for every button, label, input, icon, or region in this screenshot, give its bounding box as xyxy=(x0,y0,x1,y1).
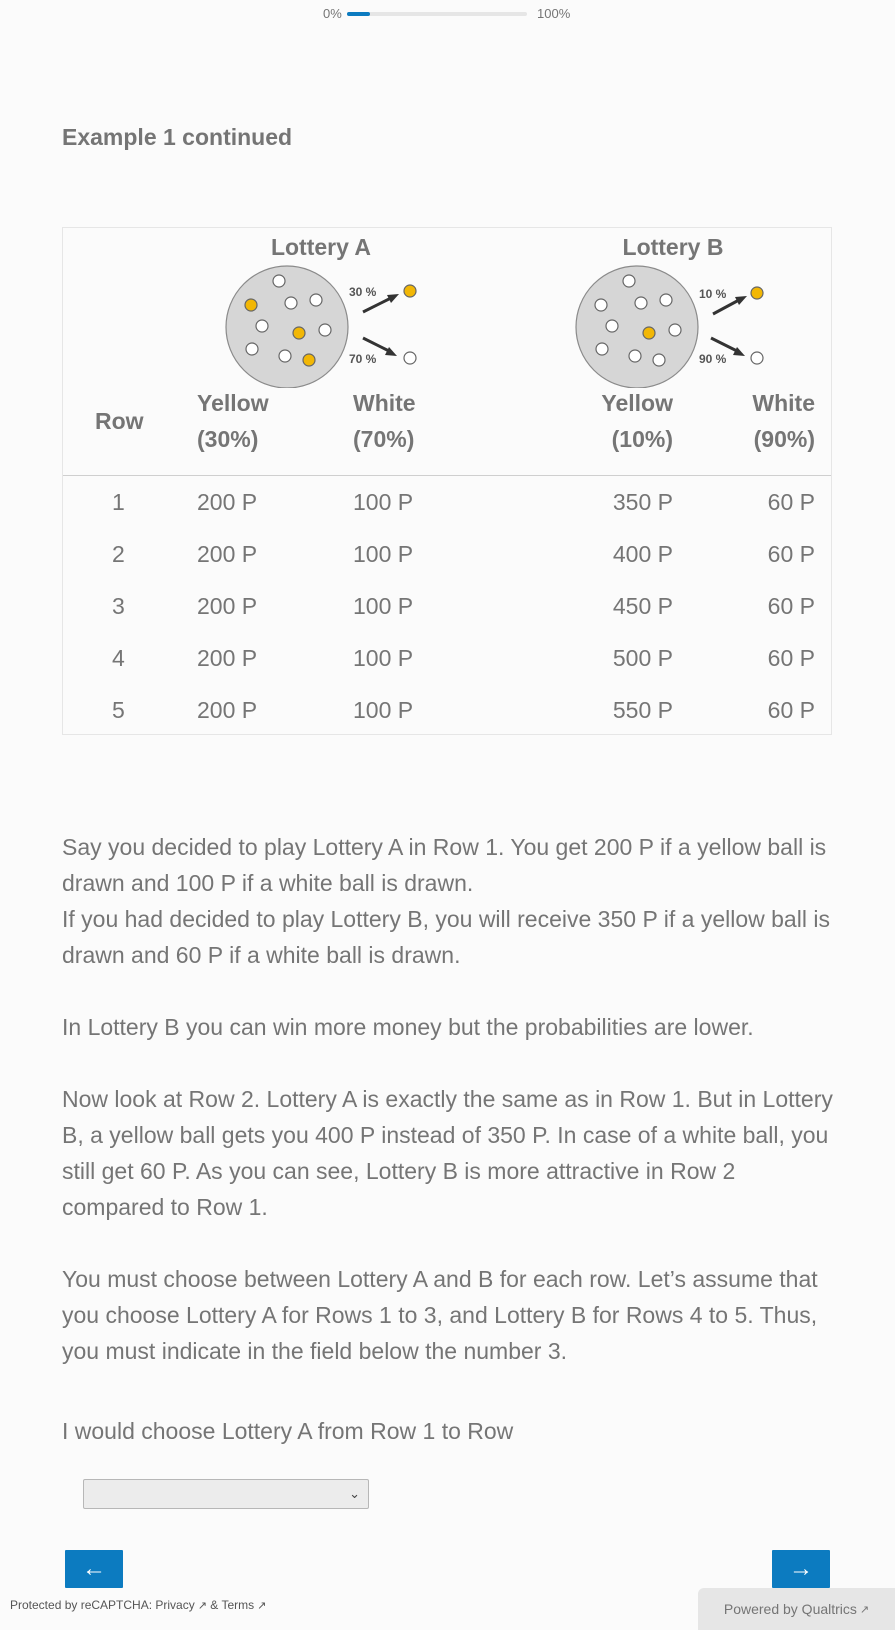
powered-by-qualtrics-link[interactable]: Powered by Qualtrics ↗ xyxy=(698,1588,895,1630)
paragraph-1a: Say you decided to play Lottery A in Row… xyxy=(62,834,827,896)
lottery-a-urn-image: 30 % 70 % xyxy=(225,265,417,388)
header-b-white-pct: (90%) xyxy=(753,426,815,452)
cell-a-yellow: 200 P xyxy=(197,593,258,619)
lottery-b-bottom-pct: 90 % xyxy=(699,352,727,366)
lottery-a-heading: Lottery A xyxy=(270,234,372,260)
header-a-white-label: White xyxy=(353,390,416,416)
header-a-yellow-pct: (30%) xyxy=(197,426,259,452)
header-b-white: White (90%) xyxy=(752,385,815,457)
header-a-white: White (70%) xyxy=(353,385,416,457)
external-link-icon: ↗ xyxy=(859,1603,870,1616)
lottery-a-top-pct: 30 % xyxy=(349,285,377,299)
cell-b-white: 60 P xyxy=(767,541,815,567)
cell-b-white: 60 P xyxy=(767,697,815,723)
cell-row: 5 xyxy=(112,697,125,723)
cell-a-white: 100 P xyxy=(353,593,414,619)
ampersand: & xyxy=(210,1598,219,1612)
external-link-icon: ↗ xyxy=(257,1600,267,1612)
progress-bar: 0% 100% xyxy=(320,4,574,22)
cell-row: 2 xyxy=(112,541,125,567)
table-row: 4 200 P 100 P 500 P 60 P xyxy=(63,632,831,684)
cell-b-yellow: 500 P xyxy=(612,645,673,671)
cell-row: 1 xyxy=(112,489,125,515)
cell-b-yellow: 450 P xyxy=(612,593,673,619)
lottery-table: Lottery A Lottery B 30 % 70 % 10 % 90 % … xyxy=(62,227,832,735)
next-button[interactable]: → xyxy=(772,1550,830,1588)
cell-a-white: 100 P xyxy=(353,697,414,723)
paragraph-2: In Lottery B you can win more money but … xyxy=(62,1014,754,1040)
header-b-yellow-label: Yellow xyxy=(601,390,673,416)
header-b-yellow-pct: (10%) xyxy=(611,426,673,452)
header-b-yellow: Yellow (10%) xyxy=(601,385,673,457)
lottery-b-urn-image: 10 % 90 % xyxy=(575,265,764,388)
external-link-icon: ↗ xyxy=(197,1600,207,1612)
cell-row: 4 xyxy=(112,645,125,671)
instructions-text: Say you decided to play Lottery A in Row… xyxy=(62,829,842,1369)
cell-a-white: 100 P xyxy=(353,645,414,671)
cell-a-yellow: 200 P xyxy=(197,489,258,515)
page-title: Example 1 continued xyxy=(62,124,293,150)
table-row: 3 200 P 100 P 450 P 60 P xyxy=(63,580,831,632)
cell-b-white: 60 P xyxy=(767,593,815,619)
paragraph-3: Now look at Row 2. Lottery A is exactly … xyxy=(62,1086,833,1220)
header-a-yellow: Yellow (30%) xyxy=(197,385,269,457)
progress-start-label: 0% xyxy=(323,6,342,21)
question-label: I would choose Lottery A from Row 1 to R… xyxy=(62,1418,514,1444)
lottery-b-top-pct: 10 % xyxy=(699,287,727,301)
cell-row: 3 xyxy=(112,593,125,619)
row-select-dropdown[interactable]: ⌄ xyxy=(83,1479,369,1509)
back-button[interactable]: ← xyxy=(65,1550,123,1588)
cell-b-white: 60 P xyxy=(767,489,815,515)
recaptcha-notice: Protected by reCAPTCHA: Privacy ↗ & Terms… xyxy=(10,1598,266,1612)
lottery-a-bottom-pct: 70 % xyxy=(349,352,377,366)
table-row: 2 200 P 100 P 400 P 60 P xyxy=(63,528,831,580)
header-row: Row xyxy=(95,408,144,434)
progress-track xyxy=(347,12,527,16)
chevron-down-icon: ⌄ xyxy=(349,1486,360,1501)
powered-by-label: Powered by Qualtrics xyxy=(723,1601,857,1617)
progress-fill xyxy=(347,12,371,16)
progress-end-label: 100% xyxy=(537,6,571,21)
cell-b-yellow: 350 P xyxy=(612,489,673,515)
cell-a-white: 100 P xyxy=(353,489,414,515)
cell-a-yellow: 200 P xyxy=(197,697,258,723)
header-a-white-pct: (70%) xyxy=(353,426,415,452)
header-b-white-label: White xyxy=(752,390,815,416)
lottery-b-heading: Lottery B xyxy=(622,234,724,260)
header-a-yellow-label: Yellow xyxy=(197,390,269,416)
recaptcha-prefix: Protected by reCAPTCHA: xyxy=(10,1598,156,1612)
cell-a-yellow: 200 P xyxy=(197,541,258,567)
cell-a-white: 100 P xyxy=(353,541,414,567)
terms-link[interactable]: Terms xyxy=(221,1598,254,1612)
cell-b-yellow: 400 P xyxy=(612,541,673,567)
paragraph-1b: If you had decided to play Lottery B, yo… xyxy=(62,906,830,968)
table-row: 5 200 P 100 P 550 P 60 P xyxy=(63,684,831,736)
table-row: 1 200 P 100 P 350 P 60 P xyxy=(63,476,831,528)
privacy-link[interactable]: Privacy xyxy=(155,1598,194,1612)
paragraph-4: You must choose between Lottery A and B … xyxy=(62,1266,818,1364)
cell-a-yellow: 200 P xyxy=(197,645,258,671)
cell-b-yellow: 550 P xyxy=(612,697,673,723)
cell-b-white: 60 P xyxy=(767,645,815,671)
